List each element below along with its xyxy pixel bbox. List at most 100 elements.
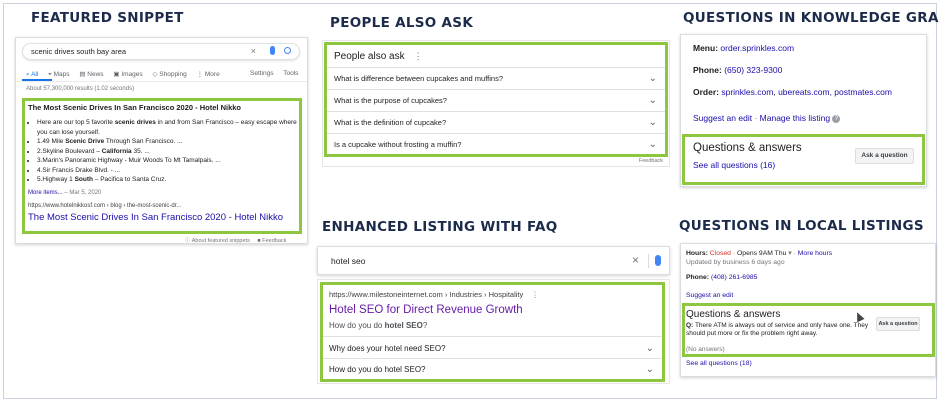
- snippet-intro: Here are our top 5 favorite scenic drive…: [37, 118, 298, 137]
- help-icon[interactable]: ⓘ: [185, 238, 192, 244]
- chevron-down-icon: ⌄: [645, 364, 654, 375]
- microphone-icon[interactable]: [270, 46, 275, 55]
- faq-description: How do you do hotel SEO?: [329, 321, 428, 330]
- about-snippets-link[interactable]: About featured snippets: [192, 238, 250, 244]
- search-icon[interactable]: [284, 47, 291, 54]
- local-phone-row: Phone: (408) 261-6985: [686, 274, 758, 281]
- kg-edit-row: Suggest an edit · Manage this listing ?: [693, 113, 841, 123]
- heading-local-listings: QUESTIONS IN LOCAL LISTINGS: [679, 218, 924, 234]
- local-hours-row: Hours: Closed · Opens 9AM Thu ▾ · More h…: [686, 250, 833, 257]
- manage-listing-link[interactable]: Manage this listing: [760, 113, 830, 123]
- kg-qa-title: Questions & answers: [693, 142, 802, 154]
- result-title-link[interactable]: The Most Scenic Drives In San Francisco …: [28, 212, 298, 223]
- heading-knowledge-graph: QUESTIONS IN KNOWLEDGE GRAPH: [683, 10, 940, 26]
- featured-snippet-content: The Most Scenic Drives In San Francisco …: [28, 103, 298, 223]
- more-options-icon[interactable]: ⋮: [414, 51, 423, 61]
- paa-question: Is a cupcake without frosting a muffin?: [334, 140, 462, 149]
- search-divider: [648, 254, 649, 268]
- paa-question: What is difference between cupcakes and …: [334, 74, 503, 83]
- snippet-item: 2.Skyline Boulevard – California 35. ...: [37, 147, 298, 157]
- paa-question: What is the purpose of cupcakes?: [334, 96, 447, 105]
- heading-enhanced-listing: ENHANCED LISTING WITH FAQ: [322, 219, 558, 235]
- tab-news[interactable]: ▤ News: [79, 71, 103, 78]
- more-items-link[interactable]: More items...: [28, 190, 63, 196]
- chevron-down-icon[interactable]: ▾: [788, 250, 791, 257]
- help-icon[interactable]: ?: [832, 114, 841, 123]
- kg-see-all-link[interactable]: See all questions (16): [693, 160, 775, 170]
- local-ask-question-button[interactable]: Ask a question: [876, 317, 920, 331]
- more-hours-link[interactable]: More hours: [798, 250, 832, 257]
- search-box[interactable]: scenic drives south bay area ×: [22, 43, 300, 60]
- microphone-icon[interactable]: [655, 255, 661, 266]
- suggest-edit-link[interactable]: Suggest an edit: [693, 113, 752, 123]
- order-link[interactable]: ubereats.com: [778, 87, 830, 97]
- tab-more[interactable]: ⋮ More: [197, 71, 220, 78]
- faq-question: How do you do hotel SEO?: [329, 365, 426, 374]
- hours-status: Closed: [709, 250, 731, 257]
- tabs-divider: [16, 81, 307, 82]
- faq-question-row[interactable]: How do you do hotel SEO? ⌄: [323, 358, 662, 379]
- search-tabs: ⌕ All ⌖ Maps ▤ News ▣ Images ◇ Shopping …: [26, 70, 220, 79]
- phone-link[interactable]: (650) 323-9300: [724, 65, 782, 75]
- local-suggest-edit-link[interactable]: Suggest an edit: [686, 292, 733, 299]
- chevron-down-icon: ⌄: [648, 117, 657, 128]
- faq-url: https://www.milestoneinternet.com › Indu…: [329, 290, 539, 299]
- snippet-item: 5.Highway 1 South – Pacifica to Santa Cr…: [37, 175, 298, 185]
- local-see-all-link[interactable]: See all questions (18): [686, 360, 752, 367]
- hours-opens: Opens 9AM Thu: [737, 250, 787, 257]
- kg-phone-row: Phone: (650) 323-9300: [693, 65, 783, 75]
- local-question: Q: There ATM is always out of service an…: [686, 322, 869, 337]
- tab-all[interactable]: ⌕ All: [26, 71, 38, 78]
- menu-link[interactable]: order.sprinkles.com: [720, 43, 794, 53]
- clear-icon[interactable]: ×: [632, 253, 639, 267]
- snippet-item: 4.Sir Francis Drake Blvd. - ...: [37, 166, 298, 176]
- local-updated: Updated by business 6 days ago: [686, 259, 785, 266]
- faq-title-link[interactable]: Hotel SEO for Direct Revenue Growth: [329, 304, 523, 316]
- tab-maps[interactable]: ⌖ Maps: [48, 71, 69, 78]
- faq-question: Why does your hotel need SEO?: [329, 344, 446, 353]
- paa-question-row[interactable]: Is a cupcake without frosting a muffin? …: [327, 133, 665, 154]
- faq-question-row[interactable]: Why does your hotel need SEO? ⌄: [323, 336, 662, 358]
- tools-link[interactable]: Tools: [283, 70, 298, 77]
- more-options-icon[interactable]: ⋮: [531, 290, 539, 299]
- clear-icon[interactable]: ×: [251, 46, 256, 56]
- snippet-more-row: More items... – Mar 5, 2020: [28, 190, 298, 196]
- snippet-date: Mar 5, 2020: [69, 189, 102, 196]
- settings-link[interactable]: Settings: [250, 70, 274, 77]
- snippet-item: 1.49 Mile Scenic Drive Through San Franc…: [37, 137, 298, 147]
- results-count: About 57,300,000 results (1.02 seconds): [26, 86, 135, 92]
- kg-order-row: Order: sprinkles.com, ubereats.com, post…: [693, 87, 892, 97]
- local-qa-title: Questions & answers: [686, 309, 781, 320]
- kg-menu-row: Menu: order.sprinkles.com: [693, 43, 795, 53]
- snippet-item: 3.Marin's Panoramic Highway - Muir Woods…: [37, 156, 298, 166]
- kg-ask-question-button[interactable]: Ask a question: [855, 148, 914, 164]
- faq-search-query: hotel seo: [331, 256, 366, 266]
- paa-box: People also ask ⋮ What is difference betw…: [327, 45, 665, 154]
- snippet-title: The Most Scenic Drives In San Francisco …: [28, 103, 241, 112]
- local-no-answers: (No answers): [686, 346, 725, 353]
- local-phone-link[interactable]: (408) 261-6985: [711, 274, 757, 281]
- snippet-footer: ⓘ About featured snippets ■ Feedback: [185, 236, 286, 244]
- snippet-list: Here are our top 5 favorite scenic drive…: [28, 118, 298, 185]
- search-tools: Settings Tools: [250, 70, 298, 77]
- order-link[interactable]: postmates.com: [834, 87, 892, 97]
- paa-question-row[interactable]: What is difference between cupcakes and …: [327, 67, 665, 89]
- paa-feedback[interactable]: Feedback: [639, 158, 663, 164]
- result-url: https://www.hotelnikkosf.com › blog › th…: [28, 202, 182, 209]
- faq-search-box[interactable]: hotel seo ×: [317, 246, 670, 275]
- paa-question: What is the definition of cupcake?: [334, 118, 447, 127]
- tab-shopping[interactable]: ◇ Shopping: [152, 71, 186, 78]
- feedback-link[interactable]: Feedback: [262, 238, 286, 244]
- chevron-down-icon: ⌄: [645, 343, 654, 354]
- order-link[interactable]: sprinkles.com: [721, 87, 773, 97]
- chevron-down-icon: ⌄: [648, 139, 657, 150]
- paa-title: People also ask ⋮: [334, 51, 423, 62]
- chevron-down-icon: ⌄: [648, 95, 657, 106]
- heading-people-also-ask: PEOPLE ALSO ASK: [330, 15, 474, 31]
- search-query: scenic drives south bay area: [31, 47, 127, 56]
- chevron-down-icon: ⌄: [648, 73, 657, 84]
- paa-question-row[interactable]: What is the definition of cupcake? ⌄: [327, 111, 665, 133]
- tab-images[interactable]: ▣ Images: [113, 71, 142, 78]
- paa-question-row[interactable]: What is the purpose of cupcakes? ⌄: [327, 89, 665, 111]
- heading-featured-snippet: FEATURED SNIPPET: [31, 10, 184, 26]
